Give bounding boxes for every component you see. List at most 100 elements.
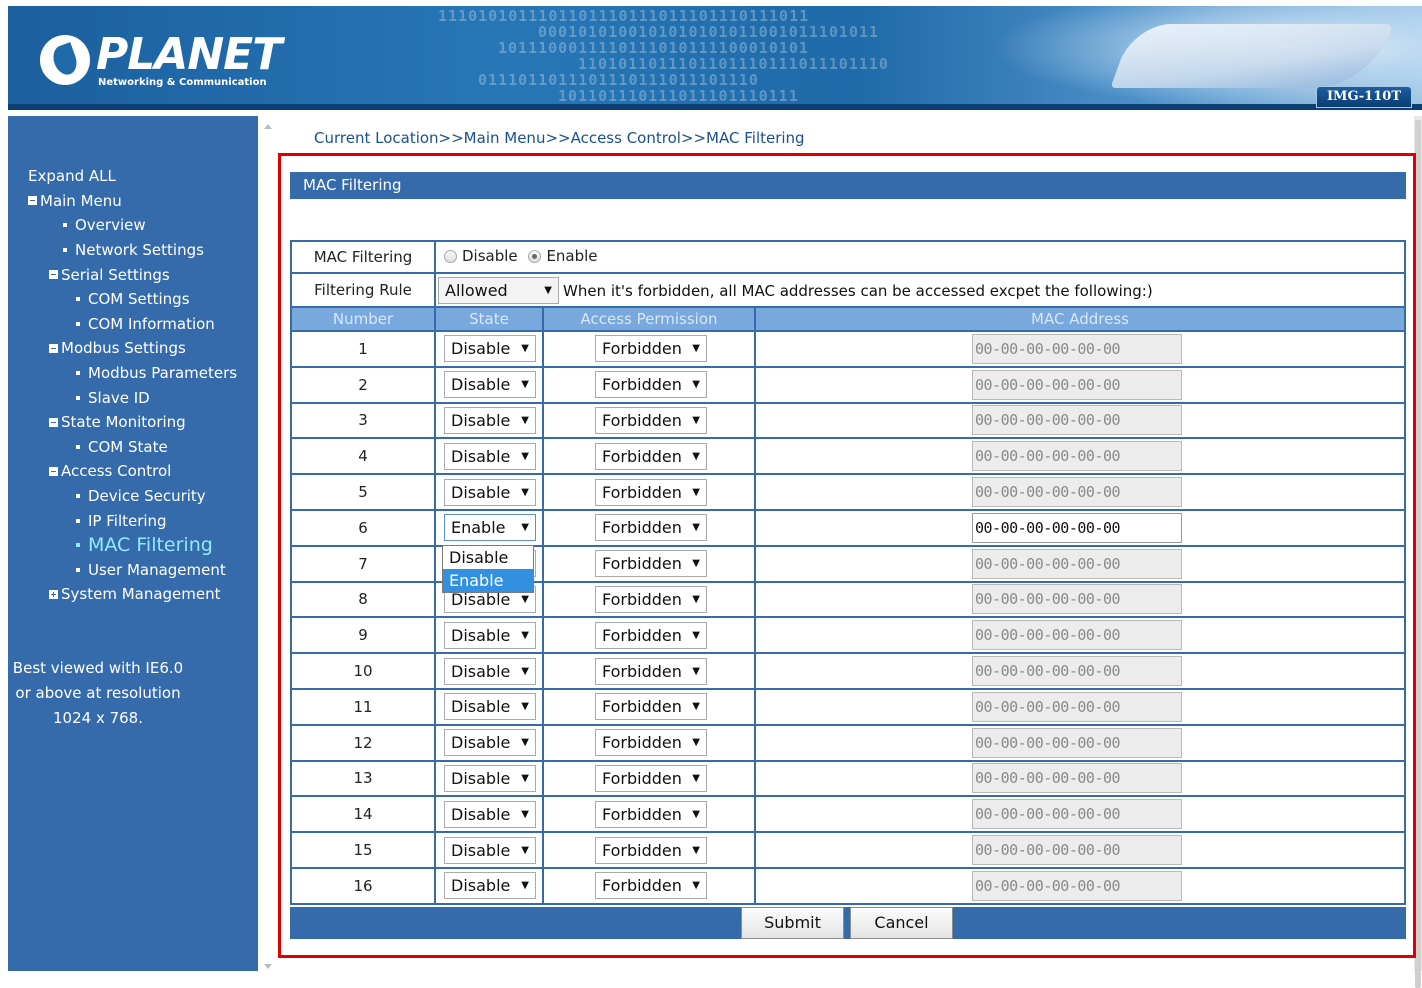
state-select[interactable]: Disable▼ <box>444 478 536 506</box>
frame-scrollbar[interactable] <box>258 116 278 971</box>
mac-address-input[interactable]: 00-00-00-00-00-00 <box>972 799 1182 830</box>
row-number: 2 <box>290 365 436 404</box>
mac-address-input[interactable]: 00-00-00-00-00-00 <box>972 512 1182 543</box>
permission-select[interactable]: Forbidden ▼ <box>595 478 707 506</box>
chevron-down-icon: ▼ <box>692 414 700 426</box>
state-select[interactable]: Disable▼ <box>444 800 536 828</box>
permission-select[interactable]: Forbidden ▼ <box>595 693 707 721</box>
mac-address-input[interactable]: 00-00-00-00-00-00 <box>972 548 1182 579</box>
permission-select[interactable]: Forbidden ▼ <box>595 550 707 578</box>
nav-slave-id[interactable]: Slave ID <box>28 385 237 410</box>
row-number: 15 <box>290 831 436 869</box>
permission-select[interactable]: Forbidden ▼ <box>595 371 707 399</box>
mac-address-input[interactable]: 00-00-00-00-00-00 <box>972 620 1182 651</box>
submit-button[interactable]: Submit <box>741 907 844 939</box>
permission-select[interactable]: Forbidden ▼ <box>595 621 707 649</box>
nav-ip-filtering[interactable]: IP Filtering <box>28 508 237 533</box>
mac-address-input[interactable]: 00-00-00-00-00-00 <box>972 691 1182 722</box>
permission-select[interactable]: Forbidden ▼ <box>595 836 707 864</box>
chevron-down-icon: ▼ <box>521 522 529 534</box>
brand-tagline: Networking & Communication <box>98 76 267 88</box>
state-select[interactable]: Disable▼ <box>444 729 536 757</box>
permission-select[interactable]: Forbidden ▼ <box>595 335 707 363</box>
mac-address-input[interactable]: 00-00-00-00-00-00 <box>972 870 1182 901</box>
mac-address-input[interactable]: 00-00-00-00-00-00 <box>972 584 1182 615</box>
mac-address-input[interactable]: 00-00-00-00-00-00 <box>972 656 1182 687</box>
state-select[interactable]: Disable▼ <box>444 657 536 685</box>
nav-access-control[interactable]: Access Control <box>28 459 237 484</box>
mac-address-input[interactable]: 00-00-00-00-00-00 <box>972 405 1182 436</box>
mac-address-input[interactable]: 00-00-00-00-00-00 <box>972 763 1182 794</box>
nav-state-monitoring[interactable]: State Monitoring <box>28 410 237 435</box>
state-select[interactable]: Disable▼ <box>444 693 536 721</box>
dropdown-option-enable[interactable]: Enable <box>443 569 533 592</box>
state-select[interactable]: Disable▼ <box>444 371 536 399</box>
nav-device-security[interactable]: Device Security <box>28 484 237 509</box>
row-number: 10 <box>290 652 436 690</box>
cancel-button[interactable]: Cancel <box>850 907 953 939</box>
state-select[interactable]: Disable▼ <box>444 872 536 900</box>
permission-select[interactable]: Forbidden ▼ <box>595 585 707 613</box>
table-row: 11 Disable ▼ Forbidden ▼ 00-00-00-00-00-00 <box>290 687 1406 726</box>
scroll-up-icon[interactable] <box>264 124 272 129</box>
filtering-rule-select[interactable]: Allowed ▼ <box>438 276 559 304</box>
row-number: 8 <box>290 580 436 619</box>
nav-modbus-parameters[interactable]: Modbus Parameters <box>28 361 237 386</box>
nav-com-settings[interactable]: COM Settings <box>28 287 237 312</box>
mac-address-input[interactable]: 00-00-00-00-00-00 <box>972 441 1182 472</box>
state-select[interactable]: Enable ▼ <box>444 514 536 542</box>
permission-select[interactable]: Forbidden ▼ <box>595 764 707 792</box>
mac-address-input[interactable]: 00-00-00-00-00-00 <box>972 477 1182 508</box>
nav-serial-settings[interactable]: Serial Settings <box>28 262 237 287</box>
expand-all-link[interactable]: Expand ALL <box>28 164 237 189</box>
chevron-down-icon: ▼ <box>544 284 552 296</box>
state-dropdown-menu[interactable]: Disable Enable <box>442 545 534 593</box>
nav-network-settings[interactable]: Network Settings <box>28 238 237 263</box>
permission-select[interactable]: Forbidden ▼ <box>595 872 707 900</box>
state-select[interactable]: Disable▼ <box>444 836 536 864</box>
nav-system-management[interactable]: System Management <box>28 582 237 607</box>
nav-user-management[interactable]: User Management <box>28 558 237 583</box>
logo-icon <box>40 35 90 85</box>
permission-select[interactable]: Forbidden ▼ <box>595 800 707 828</box>
filtering-rule-note: When it's forbidden, all MAC addresses c… <box>563 281 1153 300</box>
nav-mac-filtering[interactable]: MAC Filtering <box>28 533 237 558</box>
row-number: 13 <box>290 759 436 798</box>
mac-address-input[interactable]: 00-00-00-00-00-00 <box>972 333 1182 364</box>
state-select[interactable]: Disable▼ <box>444 442 536 470</box>
chevron-down-icon: ▼ <box>521 379 529 391</box>
chevron-down-icon: ▼ <box>692 343 700 355</box>
permission-select[interactable]: Forbidden ▼ <box>595 657 707 685</box>
row-number: 3 <box>290 401 436 440</box>
permission-select[interactable]: Forbidden ▼ <box>595 406 707 434</box>
mac-address-input[interactable]: 00-00-00-00-00-00 <box>972 727 1182 758</box>
radio-enable[interactable]: Enable <box>528 247 598 265</box>
state-select[interactable]: Disable▼ <box>444 764 536 792</box>
state-select[interactable]: Disable▼ <box>444 621 536 649</box>
nav-main-menu[interactable]: Main Menu <box>28 189 237 214</box>
nav-tree: Expand ALL Main Menu Overview Network Se… <box>28 164 237 607</box>
binary-decoration: 1110101011101101110111011101110111011 00… <box>438 7 889 105</box>
permission-select[interactable]: Forbidden ▼ <box>595 442 707 470</box>
nav-overview[interactable]: Overview <box>28 213 237 238</box>
chevron-down-icon: ▼ <box>521 808 529 820</box>
mac-address-input[interactable]: 00-00-00-00-00-00 <box>972 835 1182 866</box>
nav-com-information[interactable]: COM Information <box>28 312 237 337</box>
nav-com-state[interactable]: COM State <box>28 435 237 460</box>
bullet-icon <box>76 518 80 523</box>
radio-disable[interactable]: Disable <box>444 247 518 265</box>
state-select[interactable]: Disable▼ <box>444 335 536 363</box>
chevron-down-icon: ▼ <box>521 486 529 498</box>
bullet-icon <box>76 494 80 499</box>
scroll-down-icon[interactable] <box>264 964 272 969</box>
chevron-down-icon: ▼ <box>692 379 700 391</box>
collapse-icon <box>49 466 58 476</box>
dropdown-option-disable[interactable]: Disable <box>443 546 533 569</box>
nav-modbus-settings[interactable]: Modbus Settings <box>28 336 237 361</box>
permission-select[interactable]: Forbidden ▼ <box>595 729 707 757</box>
state-select[interactable]: Disable▼ <box>444 406 536 434</box>
planet-logo: PLANET Networking & Communication <box>40 28 282 92</box>
radio-off-icon <box>444 249 457 263</box>
mac-address-input[interactable]: 00-00-00-00-00-00 <box>972 369 1182 400</box>
permission-select[interactable]: Forbidden ▼ <box>595 514 707 542</box>
